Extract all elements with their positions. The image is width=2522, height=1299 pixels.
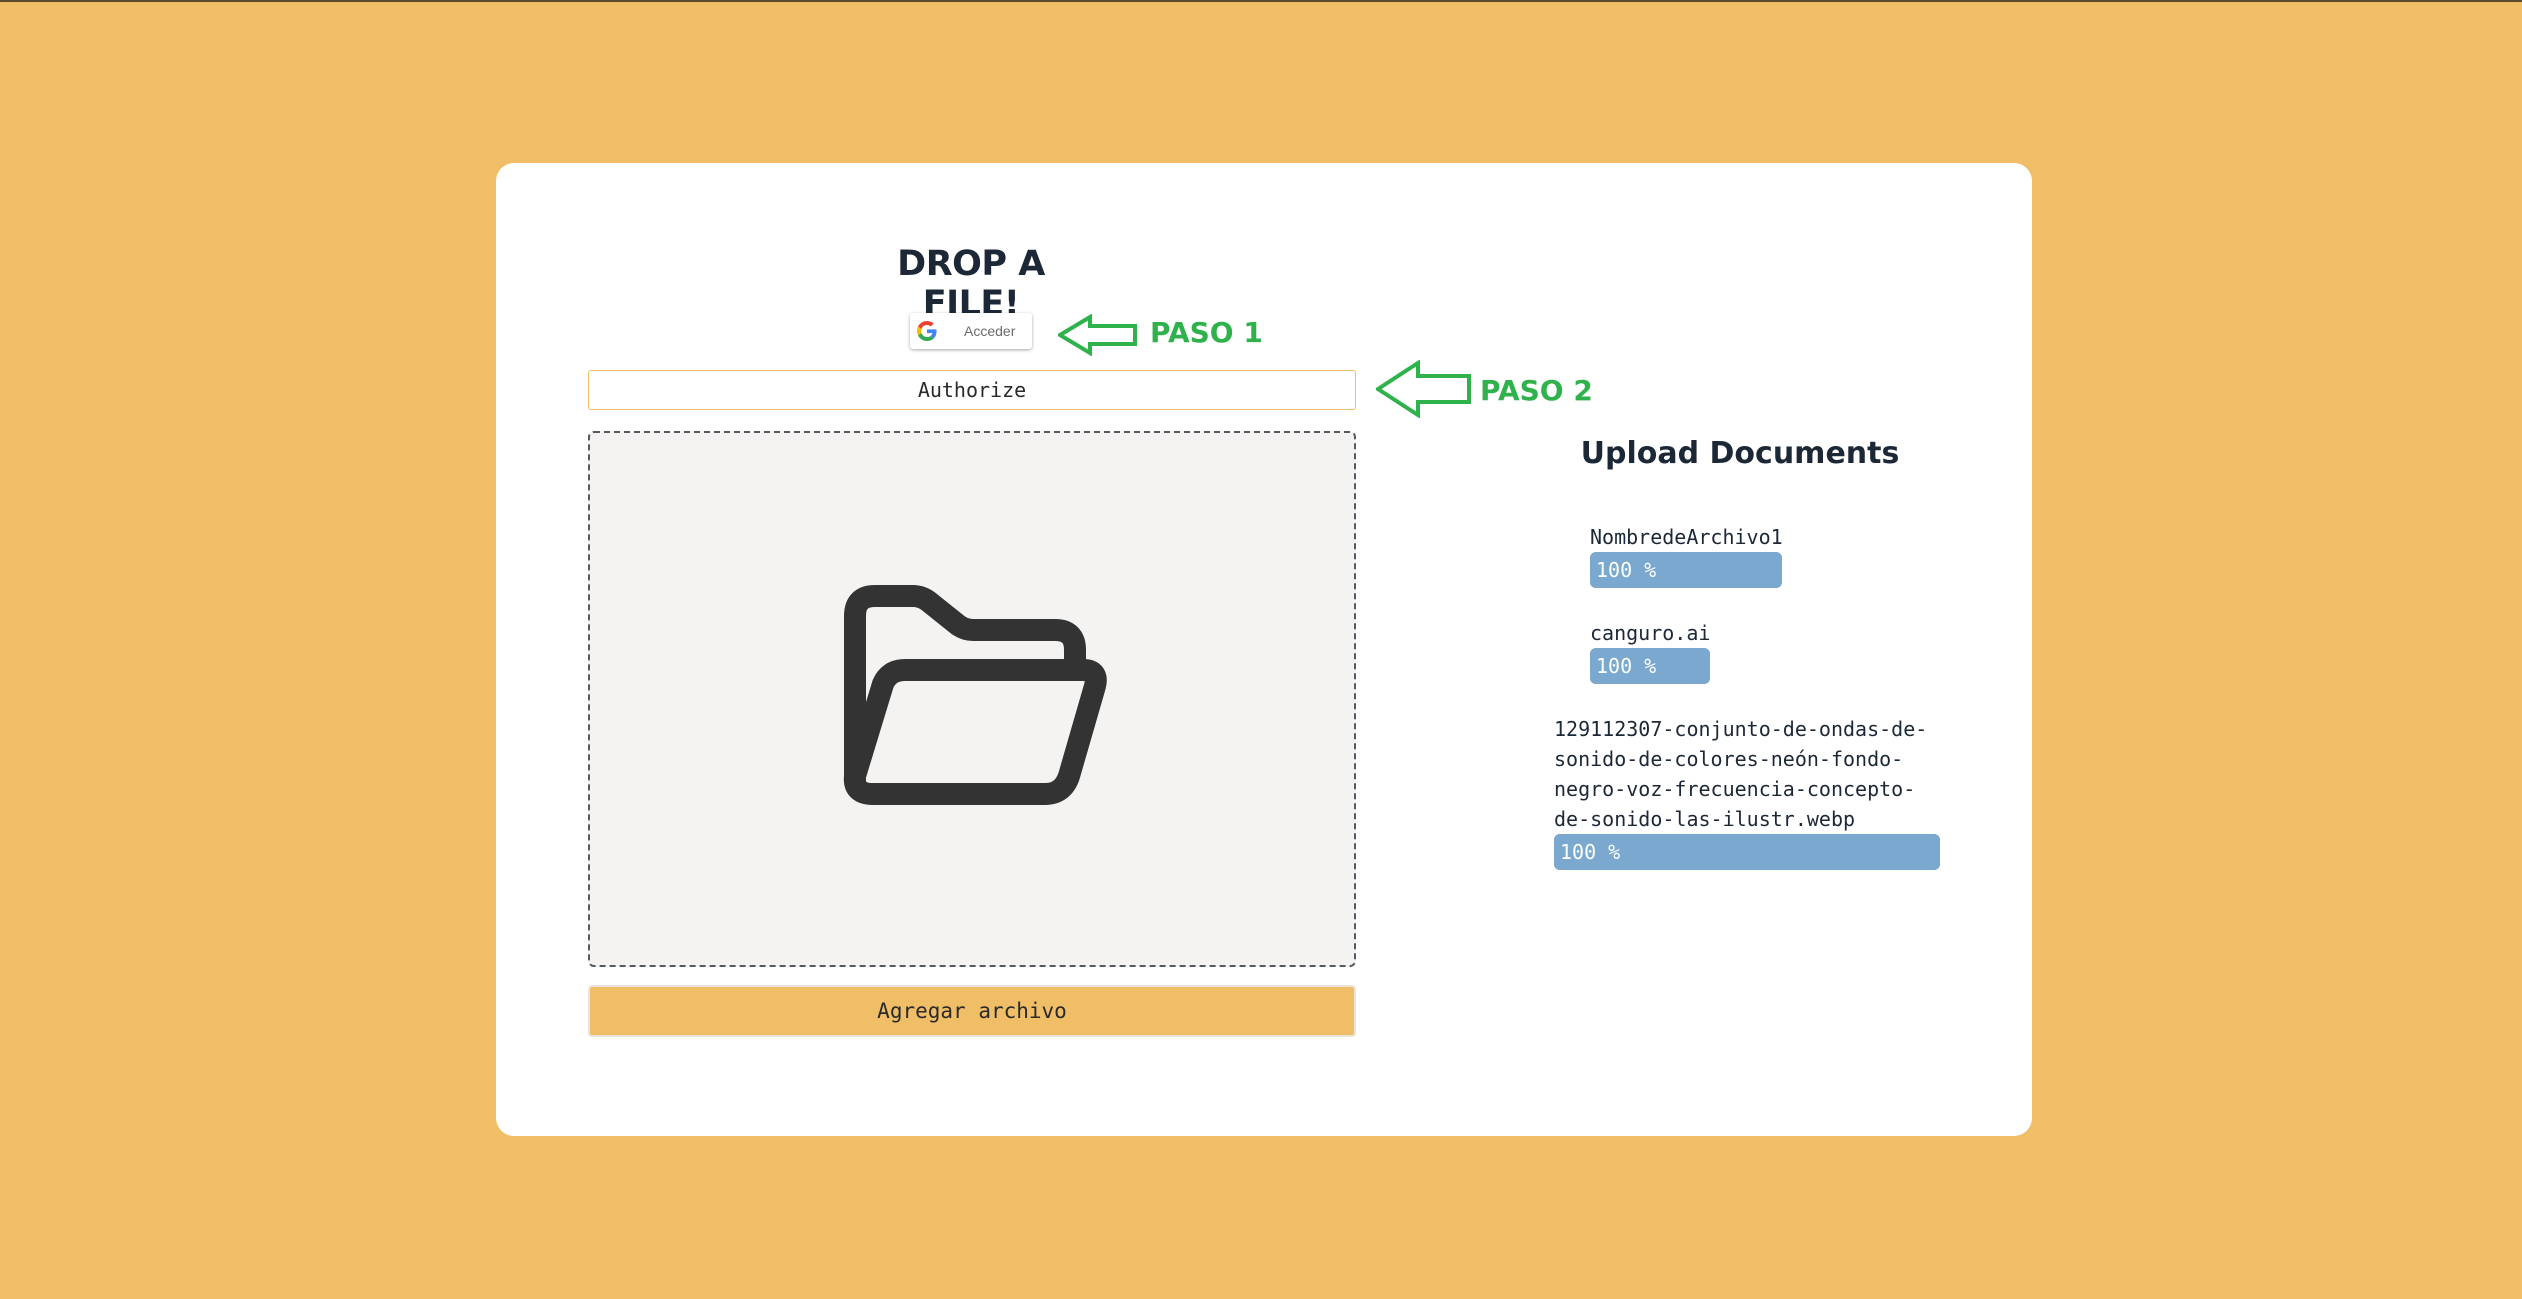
upload-file-name: NombredeArchivo1: [1590, 525, 1783, 549]
window-top-border: [0, 0, 2522, 2]
upload-progress-bar: 100 %: [1590, 648, 1710, 684]
upload-documents-title: Upload Documents: [1580, 436, 1900, 471]
folder-open-icon: [843, 585, 1107, 805]
google-g-icon: [917, 321, 937, 341]
upload-file-name: 129112307-conjunto-de-ondas-de- sonido-d…: [1554, 717, 1928, 831]
upload-progress-text: 100 %: [1596, 558, 1657, 582]
step1-label: PASO 1: [1150, 316, 1263, 349]
add-file-button[interactable]: Agregar archivo: [588, 985, 1356, 1037]
arrow-left-icon: [1058, 314, 1137, 356]
page-title: DROP A FILE!: [897, 244, 1045, 324]
google-sign-in-button[interactable]: Acceder: [910, 313, 1032, 349]
authorize-button[interactable]: Authorize: [588, 370, 1356, 410]
upload-file-name: canguro.ai: [1590, 621, 1711, 645]
step2-label: PASO 2: [1480, 374, 1593, 407]
arrow-left-icon: [1376, 360, 1471, 418]
upload-progress-bar: 100 %: [1554, 834, 1940, 870]
upload-progress-text: 100 %: [1596, 654, 1657, 678]
google-sign-in-label: Acceder: [964, 323, 1016, 339]
upload-progress-text: 100 %: [1560, 840, 1621, 864]
upload-progress-bar: 100 %: [1590, 552, 1782, 588]
